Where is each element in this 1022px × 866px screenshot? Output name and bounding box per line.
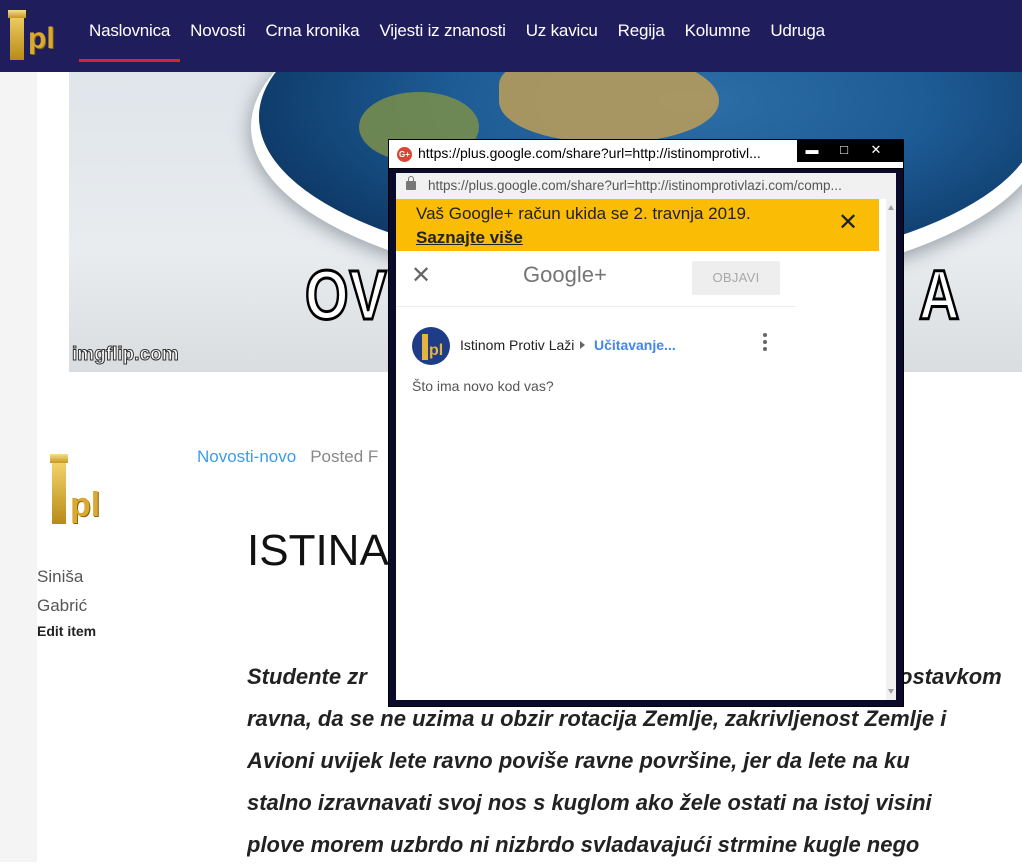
nav-item-udruga[interactable]: Udruga — [760, 0, 835, 72]
nav-menu: Naslovnica Novosti Crna kronika Vijesti … — [79, 0, 835, 72]
site-logo[interactable]: pl — [6, 10, 60, 62]
close-window-button[interactable]: ✕ — [861, 140, 891, 162]
nav-item-vijesti-iz-znanosti[interactable]: Vijesti iz znanosti — [369, 0, 515, 72]
banner-close-icon[interactable]: ✕ — [838, 211, 858, 235]
maximize-button[interactable]: □ — [829, 140, 859, 162]
logo-text: pl — [28, 22, 55, 55]
logo-i-letter — [10, 12, 24, 60]
share-popup-window: G+ https://plus.google.com/share?url=htt… — [388, 139, 904, 707]
meme-text-left: OV — [304, 256, 388, 334]
popup-titlebar[interactable]: G+ https://plus.google.com/share?url=htt… — [389, 140, 903, 169]
poster-name: Istinom Protiv Laži — [460, 337, 575, 353]
post-meta: Novosti-novo Posted F — [197, 447, 378, 467]
body-line-text-right: ostavkom — [899, 664, 1002, 689]
close-dialog-icon[interactable]: ✕ — [411, 264, 431, 288]
address-bar[interactable]: https://plus.google.com/share?url=http:/… — [396, 173, 896, 200]
logo-i-letter — [52, 462, 66, 524]
body-line: stalno izravnavati svoj nos s kuglom ako… — [247, 790, 932, 815]
body-line: Avioni uvijek lete ravno poviše ravne po… — [247, 748, 910, 773]
author-last-name: Gabrić — [37, 596, 88, 615]
audience-selector[interactable]: Učitavanje... — [594, 337, 676, 353]
more-options-icon[interactable] — [763, 333, 767, 355]
chevron-right-icon — [580, 341, 585, 349]
top-navigation: pl Naslovnica Novosti Crna kronika Vijes… — [0, 0, 1022, 72]
address-url: https://plus.google.com/share?url=http:/… — [428, 178, 842, 193]
minimize-button[interactable]: ▬ — [797, 140, 827, 162]
logo-i-dot — [50, 454, 68, 463]
post-text-input[interactable]: Što ima novo kod vas? — [412, 378, 554, 394]
banner-message: Vaš Google+ račun ukida se 2. travnja 20… — [416, 204, 751, 223]
avatar: pl — [412, 327, 450, 365]
edit-item-link[interactable]: Edit item — [37, 623, 96, 639]
popup-window-title: https://plus.google.com/share?url=http:/… — [418, 145, 761, 161]
lock-icon — [406, 176, 416, 190]
logo-i-letter — [422, 334, 428, 360]
author-name[interactable]: Siniša Gabrić — [37, 562, 117, 620]
nav-item-kolumne[interactable]: Kolumne — [675, 0, 761, 72]
meme-text-right: A — [918, 256, 961, 334]
scroll-down-icon[interactable] — [888, 689, 894, 694]
nav-item-regija[interactable]: Regija — [608, 0, 675, 72]
google-plus-logo: Google+ — [523, 262, 607, 287]
body-line-text: Studente zr — [247, 664, 367, 689]
left-gutter — [0, 72, 37, 862]
share-header: ✕ Google+ OBJAVI — [396, 251, 796, 307]
posted-label: Posted F — [310, 447, 379, 466]
shutdown-banner: Vaš Google+ račun ukida se 2. travnja 20… — [396, 199, 879, 251]
author-first-name: Siniša — [37, 567, 84, 586]
share-dialog: Vaš Google+ račun ukida se 2. travnja 20… — [396, 199, 886, 700]
author-avatar: pl — [48, 454, 108, 528]
article-headline: ISTINA — [247, 526, 389, 575]
nav-item-crna-kronika[interactable]: Crna kronika — [255, 0, 369, 72]
logo-i-dot — [8, 10, 26, 18]
nav-item-naslovnica[interactable]: Naslovnica — [79, 0, 181, 72]
learn-more-link[interactable]: Saznajte više — [416, 228, 523, 248]
nav-item-uz-kavicu[interactable]: Uz kavicu — [516, 0, 608, 72]
scroll-up-icon[interactable] — [888, 205, 894, 210]
avatar-logo-text: pl — [429, 342, 444, 359]
logo-text: pl — [70, 486, 101, 524]
google-plus-favicon-icon: G+ — [397, 147, 412, 162]
publish-button[interactable]: OBJAVI — [692, 261, 780, 295]
nav-item-novosti[interactable]: Novosti — [180, 0, 255, 72]
category-link[interactable]: Novosti-novo — [197, 447, 296, 466]
body-line: plove morem uzbrdo ni nizbrdo svladavaju… — [247, 832, 920, 857]
poster-row: pl Istinom Protiv Laži Učitavanje... — [396, 323, 796, 367]
image-watermark: imgflip.com — [72, 344, 180, 366]
popup-scrollbar[interactable] — [886, 199, 896, 700]
